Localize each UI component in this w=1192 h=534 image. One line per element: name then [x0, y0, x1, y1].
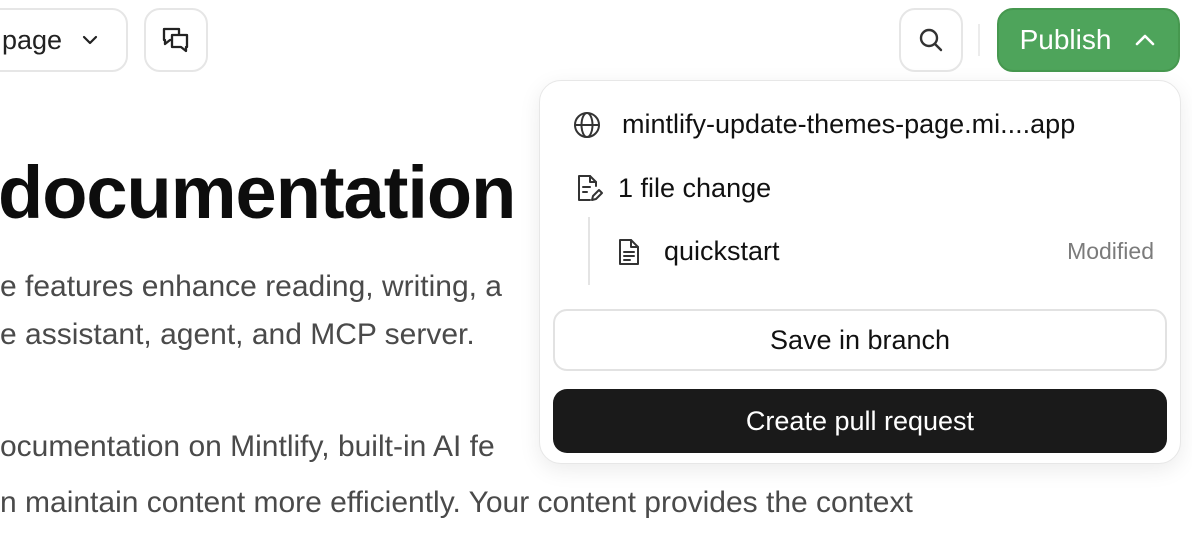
page-selector-label: page: [2, 24, 63, 55]
create-pull-request-button[interactable]: Create pull request: [553, 389, 1167, 453]
file-icon: [614, 237, 644, 267]
file-changes-summary: 1 file change: [572, 172, 771, 204]
comments-icon: [160, 24, 192, 56]
publish-button[interactable]: Publish: [997, 8, 1180, 72]
body-text-line: ocumentation on Mintlify, built-in AI fe: [0, 430, 495, 463]
search-button[interactable]: [899, 8, 963, 72]
domain-label: mintlify-update-themes-page.mi....app: [622, 109, 1076, 139]
page-title: documentation: [0, 151, 516, 234]
page-selector[interactable]: page: [0, 8, 128, 72]
file-edit-icon: [572, 172, 604, 204]
file-name: quickstart: [664, 236, 780, 266]
changes-label: 1 file change: [618, 172, 772, 203]
chevron-up-icon: [1133, 28, 1157, 52]
intro-text-line: e assistant, agent, and MCP server.: [0, 318, 475, 351]
deployment-domain[interactable]: mintlify-update-themes-page.mi....app: [572, 109, 1075, 140]
toolbar-divider: [978, 24, 980, 56]
file-status-label: Modified: [1067, 238, 1154, 264]
comments-button[interactable]: [144, 8, 208, 72]
publish-dropdown: mintlify-update-themes-page.mi....app 1 …: [539, 80, 1181, 464]
tree-connector: [588, 217, 590, 285]
publish-label: Publish: [1019, 24, 1112, 55]
search-icon: [917, 26, 945, 54]
globe-icon: [572, 110, 602, 140]
changed-file-item[interactable]: quickstart Modified: [614, 236, 1154, 267]
intro-text-line: e features enhance reading, writing, a: [0, 270, 502, 303]
body-text-line: n maintain content more efficiently. You…: [0, 486, 913, 519]
chevron-down-icon: [80, 30, 100, 50]
save-in-branch-button[interactable]: Save in branch: [553, 309, 1167, 371]
